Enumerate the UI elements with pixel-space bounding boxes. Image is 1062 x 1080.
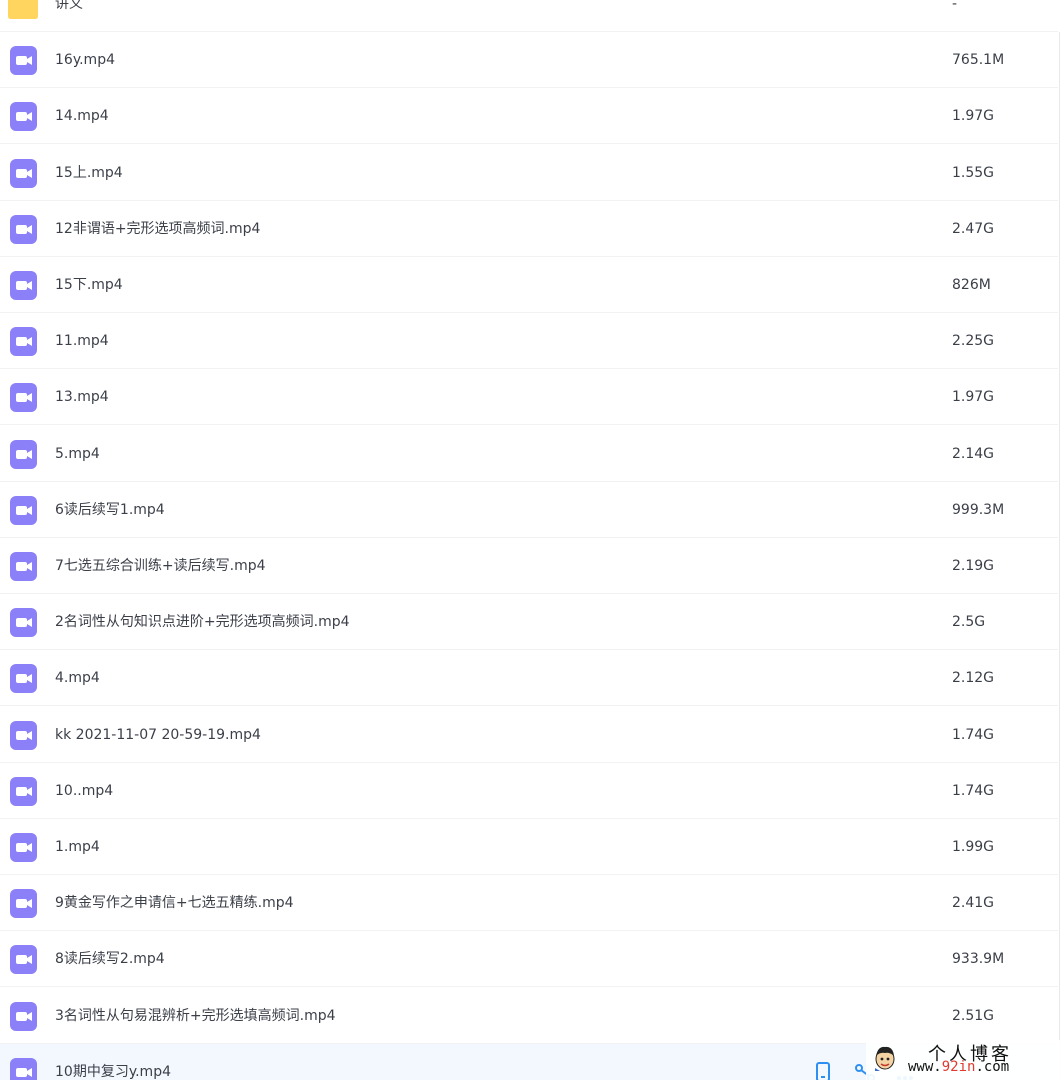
file-size: 1.74G [952,783,995,799]
file-row[interactable]: 5.mp4 2.14G [0,426,1058,482]
file-name[interactable]: 12非谓语+完形选项高频词.mp4 [55,201,260,257]
file-row[interactable]: 14.mp4 1.97G [0,88,1058,144]
file-name[interactable]: 3名词性从句易混辨析+完形选填高频词.mp4 [55,988,336,1044]
file-size: 2.5G [952,614,986,630]
video-file-icon [10,608,37,637]
file-name[interactable]: 1.mp4 [55,819,100,875]
video-file-icon [10,440,37,469]
file-name[interactable]: kk 2021-11-07 20-59-19.mp4 [55,707,261,763]
file-size: 2.41G [952,895,995,911]
video-file-icon [10,102,37,131]
file-size: 2.12G [952,670,995,686]
video-file-icon [10,833,37,862]
file-size: 826M [952,277,991,293]
file-name[interactable]: 讲义 [55,0,83,32]
video-file-icon [10,46,37,75]
video-file-icon [10,552,37,581]
video-file-icon [10,215,37,244]
file-name[interactable]: 13.mp4 [55,369,109,425]
file-row[interactable]: 7七选五综合训练+读后续写.mp4 2.19G [0,538,1058,594]
folder-row[interactable]: 讲义 - [0,0,1058,32]
file-size: 999.3M [952,502,1005,518]
watermark-url: www.92in.com [908,1059,1010,1075]
file-size: 2.14G [952,446,995,462]
avatar-icon [875,1046,895,1071]
file-name[interactable]: 9黄金写作之申请信+七选五精练.mp4 [55,875,294,931]
file-size: 2.51G [952,1008,995,1024]
video-file-icon [10,271,37,300]
file-name[interactable]: 5.mp4 [55,426,100,482]
file-size: 765.1M [952,52,1005,68]
video-file-icon [10,945,37,974]
file-row[interactable]: 8读后续写2.mp4 933.9M [0,931,1058,987]
file-size: 2.25G [952,333,995,349]
file-name[interactable]: 14.mp4 [55,88,109,144]
file-row[interactable]: 1.mp4 1.99G [0,819,1058,875]
file-row[interactable]: 4.mp4 2.12G [0,650,1058,706]
video-file-icon [10,1058,37,1080]
folder-icon [8,0,38,19]
file-name[interactable]: 11.mp4 [55,313,109,369]
file-name[interactable]: 15下.mp4 [55,257,123,313]
file-size: 2.19G [952,558,995,574]
file-row[interactable]: 12非谓语+完形选项高频词.mp4 2.47G [0,201,1058,257]
file-name[interactable]: 4.mp4 [55,650,100,706]
file-size: 2.47G [952,221,995,237]
file-name[interactable]: 8读后续写2.mp4 [55,931,165,987]
video-file-icon [10,889,37,918]
video-file-icon [10,159,37,188]
phone-icon[interactable] [815,1062,835,1080]
file-name[interactable]: 10..mp4 [55,763,113,819]
watermark: 个人博客 www.92in.com [866,1040,1060,1080]
file-row[interactable]: 3名词性从句易混辨析+完形选填高频词.mp4 2.51G [0,988,1058,1044]
file-name[interactable]: 10期中复习y.mp4 [55,1044,171,1080]
video-file-icon [10,721,37,750]
file-size: 1.55G [952,165,995,181]
file-size: - [952,0,958,12]
file-row[interactable]: 15上.mp4 1.55G [0,145,1058,201]
file-size: 1.97G [952,389,995,405]
file-row[interactable]: 9黄金写作之申请信+七选五精练.mp4 2.41G [0,875,1058,931]
file-size: 1.74G [952,727,995,743]
video-file-icon [10,777,37,806]
file-size: 1.99G [952,839,995,855]
video-file-icon [10,327,37,356]
video-file-icon [10,664,37,693]
file-row[interactable]: 2名词性从句知识点进阶+完形选项高频词.mp4 2.5G [0,594,1058,650]
file-name[interactable]: 15上.mp4 [55,145,123,201]
file-name[interactable]: 7七选五综合训练+读后续写.mp4 [55,538,266,594]
video-file-icon [10,496,37,525]
file-row[interactable]: 15下.mp4 826M [0,257,1058,313]
file-list: 讲义 -16y.mp4 765.1M 14.mp4 1.97G 15上.mp4 1.55G 1… [0,0,1062,1080]
file-row[interactable]: 16y.mp4 765.1M [0,32,1058,88]
file-size: 1.97G [952,108,995,124]
file-name[interactable]: 6读后续写1.mp4 [55,482,165,538]
file-row[interactable]: 10..mp4 1.74G [0,763,1058,819]
file-name[interactable]: 16y.mp4 [55,32,115,88]
scrollbar-track[interactable] [1059,32,1060,1080]
file-name[interactable]: 2名词性从句知识点进阶+完形选项高频词.mp4 [55,594,350,650]
file-row[interactable]: 13.mp4 1.97G [0,369,1058,425]
file-row[interactable]: kk 2021-11-07 20-59-19.mp4 1.74G [0,707,1058,763]
video-file-icon [10,383,37,412]
file-size: 933.9M [952,951,1005,967]
file-row[interactable]: 6读后续写1.mp4 999.3M [0,482,1058,538]
file-row[interactable]: 11.mp4 2.25G [0,313,1058,369]
video-file-icon [10,1002,37,1031]
